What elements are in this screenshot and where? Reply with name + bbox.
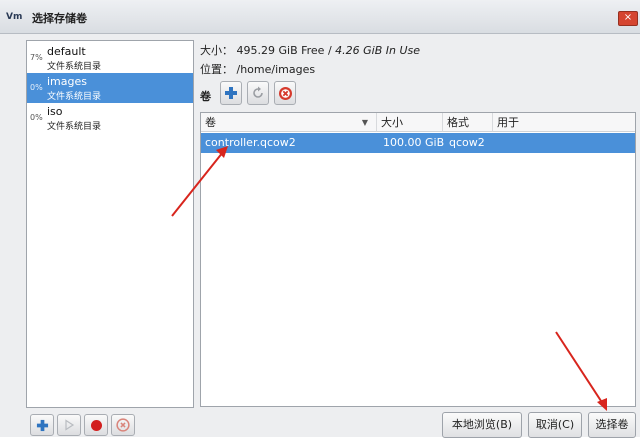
pool-name: default [47, 45, 86, 58]
window-title: 选择存储卷 [32, 12, 87, 25]
delete-icon [278, 86, 292, 100]
choose-volume-button[interactable]: 选择卷 [588, 412, 636, 438]
delete-volume-button[interactable] [274, 81, 296, 105]
pool-usage-percent: 7% [30, 53, 43, 62]
stop-icon [90, 419, 102, 431]
pool-type: 文件系统目录 [47, 62, 102, 72]
size-label: 大小： [200, 44, 233, 57]
volume-table[interactable]: 卷 ▼ 大小 格式 用于 controller.qcow2 100.00 GiB… [200, 112, 636, 407]
volumes-label: 卷 [200, 90, 211, 103]
delete-icon [116, 418, 130, 432]
column-label: 用于 [497, 116, 519, 129]
size-free: 495.29 GiB Free / [236, 44, 332, 57]
close-button[interactable]: × [618, 11, 638, 26]
pool-name: images [47, 75, 87, 88]
sort-down-icon: ▼ [361, 118, 368, 127]
column-label: 大小 [381, 116, 403, 129]
title-bar: Vm 选择存储卷 × [0, 0, 640, 34]
cell-volume-format: qcow2 [449, 136, 485, 149]
pool-usage-percent: 0% [30, 83, 43, 92]
pool-type: 文件系统目录 [47, 92, 102, 102]
browse-local-button[interactable]: 本地浏览(B) [442, 412, 522, 438]
location-label: 位置： [200, 63, 233, 76]
pool-location-info: 位置： /home/images [200, 61, 315, 77]
play-icon [65, 419, 75, 431]
plus-icon [36, 419, 48, 431]
storage-pool-list[interactable]: 7% default 文件系统目录 0% images 文件系统目录 0% is… [26, 40, 194, 408]
pool-name: iso [47, 105, 63, 118]
cell-volume-size: 100.00 GiB [383, 136, 445, 149]
refresh-volumes-button[interactable] [247, 81, 269, 105]
column-header-size[interactable]: 大小 [377, 113, 443, 132]
size-in-use: 4.26 GiB In Use [335, 44, 421, 57]
pool-item-default[interactable]: 7% default 文件系统目录 [27, 43, 193, 73]
column-label: 卷 [205, 116, 216, 129]
pool-usage-percent: 0% [30, 113, 43, 122]
column-label: 格式 [447, 116, 469, 129]
pool-size-info: 大小： 495.29 GiB Free / 4.26 GiB In Use [200, 42, 420, 58]
cell-volume-name: controller.qcow2 [205, 136, 296, 149]
column-header-volume[interactable]: 卷 ▼ [201, 113, 377, 132]
add-pool-button[interactable] [30, 414, 54, 436]
location-value: /home/images [236, 63, 316, 76]
plus-icon [225, 87, 237, 99]
pool-type: 文件系统目录 [47, 122, 102, 132]
pool-item-iso[interactable]: 0% iso 文件系统目录 [27, 103, 193, 133]
start-pool-button[interactable] [57, 414, 81, 436]
stop-pool-button[interactable] [84, 414, 108, 436]
virt-manager-icon: Vm [6, 12, 23, 22]
table-row[interactable]: controller.qcow2 100.00 GiB qcow2 [201, 133, 635, 153]
add-volume-button[interactable] [220, 81, 242, 105]
column-header-used-by[interactable]: 用于 [493, 113, 635, 132]
refresh-icon [253, 86, 263, 98]
column-header-format[interactable]: 格式 [443, 113, 493, 132]
cancel-button[interactable]: 取消(C) [528, 412, 582, 438]
delete-pool-button[interactable] [111, 414, 135, 436]
pool-item-images[interactable]: 0% images 文件系统目录 [27, 73, 193, 103]
